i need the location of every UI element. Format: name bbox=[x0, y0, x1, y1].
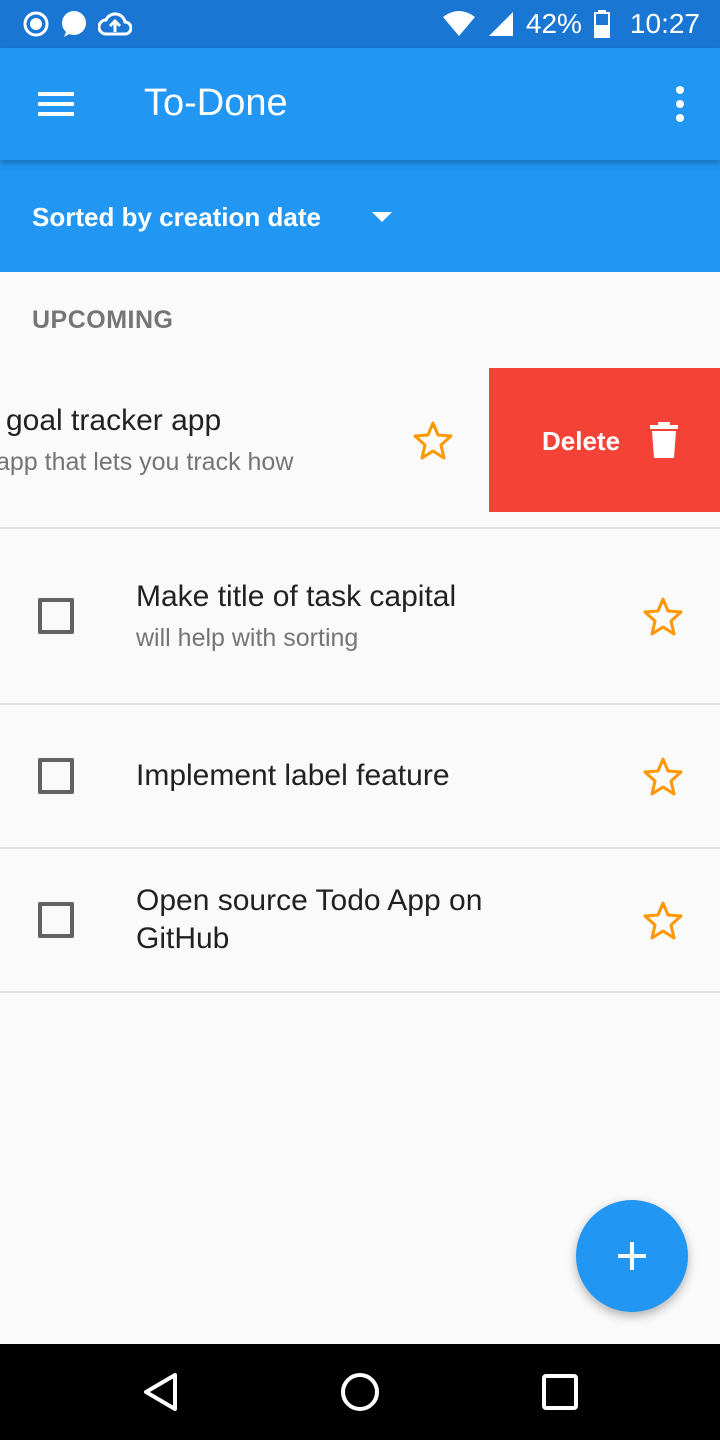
task-row[interactable]: Implement label feature bbox=[0, 704, 720, 848]
task-title: Make title of task capital bbox=[136, 580, 457, 613]
more-vert-icon[interactable] bbox=[672, 86, 688, 122]
recent-apps-icon[interactable] bbox=[542, 1374, 578, 1410]
sort-dropdown[interactable]: Sorted by creation date bbox=[0, 160, 720, 272]
star-icon[interactable] bbox=[642, 596, 684, 636]
task-row[interactable]: Make title of task capital will help wit… bbox=[0, 528, 720, 704]
battery-percent: 42% bbox=[525, 8, 582, 39]
task-title: goal tracker app bbox=[6, 404, 222, 437]
chat-bubble-icon bbox=[62, 11, 86, 37]
task-checkbox[interactable] bbox=[38, 758, 74, 794]
battery-icon bbox=[593, 10, 610, 38]
page-title: To-Done bbox=[144, 82, 288, 124]
sort-label: Sorted by creation date bbox=[32, 202, 321, 232]
task-title: Open source Todo App on GitHub bbox=[136, 884, 483, 955]
wifi-icon bbox=[442, 11, 475, 36]
swiped-task-row[interactable]: goal tracker app app that lets you track… bbox=[0, 368, 720, 512]
system-nav-bar bbox=[0, 1344, 720, 1440]
star-icon[interactable] bbox=[642, 756, 684, 796]
clock: 10:27 bbox=[629, 8, 700, 39]
star-icon[interactable] bbox=[412, 420, 454, 460]
star-icon[interactable] bbox=[642, 900, 684, 940]
delete-action[interactable]: Delete bbox=[489, 368, 720, 512]
task-subtitle: will help with sorting bbox=[136, 624, 359, 652]
notification-circle-icon bbox=[23, 11, 49, 37]
cell-signal-icon bbox=[488, 12, 513, 36]
divider bbox=[0, 991, 720, 993]
menu-icon[interactable] bbox=[36, 88, 76, 120]
trash-icon bbox=[650, 422, 678, 458]
task-title: Implement label feature bbox=[136, 759, 450, 792]
add-task-button[interactable] bbox=[576, 1200, 688, 1312]
app-bar: To-Done bbox=[0, 48, 720, 160]
task-row[interactable]: Open source Todo App on GitHub bbox=[0, 848, 720, 992]
task-checkbox[interactable] bbox=[38, 902, 74, 938]
delete-label: Delete bbox=[542, 426, 621, 456]
plus-icon bbox=[618, 1242, 646, 1270]
section-header-upcoming: UPCOMING bbox=[32, 306, 174, 334]
task-checkbox[interactable] bbox=[38, 598, 74, 634]
cloud-upload-icon bbox=[98, 12, 132, 36]
home-icon[interactable] bbox=[340, 1372, 380, 1412]
task-subtitle: app that lets you track how bbox=[0, 448, 294, 476]
status-bar: 42% 10:27 bbox=[0, 0, 720, 48]
dropdown-arrow-icon bbox=[372, 212, 392, 222]
back-icon[interactable] bbox=[142, 1372, 178, 1412]
